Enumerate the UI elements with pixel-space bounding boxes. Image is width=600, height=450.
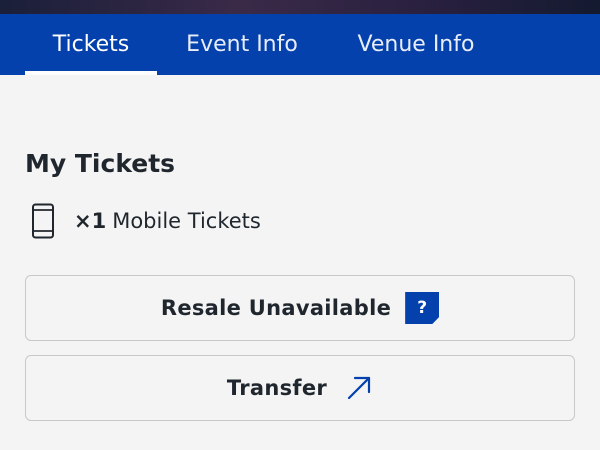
tab-event-info[interactable]: Event Info <box>170 14 314 75</box>
tab-bar: Tickets Event Info Venue Info <box>0 14 600 75</box>
mobile-phone-icon <box>30 203 56 239</box>
arrow-up-right-icon <box>345 374 373 402</box>
tab-event-info-label: Event Info <box>186 32 298 57</box>
tickets-panel: My Tickets ×1 Mobile Tickets Resale Unav… <box>0 75 600 450</box>
tab-venue-info[interactable]: Venue Info <box>342 14 490 75</box>
transfer-button-label: Transfer <box>226 376 328 400</box>
tab-venue-info-label: Venue Info <box>357 32 475 57</box>
tab-tickets-label: Tickets <box>52 32 130 57</box>
resale-unavailable-button[interactable]: Resale Unavailable ? <box>25 275 575 341</box>
transfer-button[interactable]: Transfer <box>25 355 575 421</box>
tab-tickets[interactable]: Tickets <box>25 14 157 75</box>
help-icon[interactable]: ? <box>405 292 440 324</box>
status-bar-backdrop <box>0 0 600 14</box>
ticket-summary: ×1 Mobile Tickets <box>30 203 261 239</box>
ticket-type: Mobile Tickets <box>112 209 261 233</box>
resale-button-label: Resale Unavailable <box>160 296 392 320</box>
section-title: My Tickets <box>25 149 176 178</box>
ticket-count: ×1 <box>74 209 107 233</box>
